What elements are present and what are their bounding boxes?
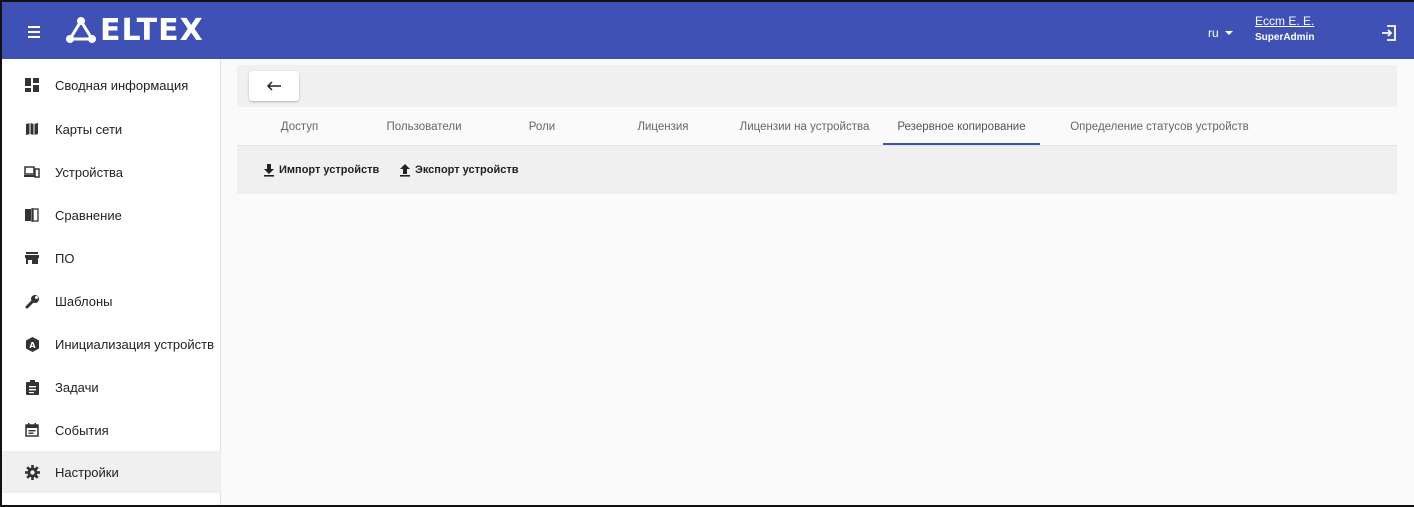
sidebar-item-label: Задачи [55,379,99,395]
tab-access[interactable]: Доступ [257,109,342,145]
backup-actions-bar: Импорт устройств Экспорт устройств [237,146,1397,194]
back-button[interactable] [249,71,299,101]
sidebar-item-network-maps[interactable]: Карты сети [2,108,221,150]
tab-label: Резервное копирование [897,121,1026,133]
export-devices-label: Экспорт устройств [415,164,519,176]
tab-device-status-detection[interactable]: Определение статусов устройств [1057,109,1262,145]
sidebar-item-label: ПО [55,250,75,266]
sidebar-item-label: Настройки [55,464,119,480]
user-name-link[interactable]: Eccm E. E. [1255,14,1314,28]
arrow-left-icon [266,81,281,91]
sidebar-item-devices[interactable]: Устройства [2,151,221,193]
gear-icon [24,464,40,480]
assignment-icon [24,379,40,395]
map-icon [24,121,40,137]
sidebar-item-label: Инициализация устройств [55,336,215,352]
sidebar-item-settings[interactable]: Настройки [2,451,221,493]
main-content: Доступ Пользователи Роли Лицензия Лиценз… [221,59,1414,505]
settings-tabs: Доступ Пользователи Роли Лицензия Лиценз… [237,109,1397,146]
upload-icon [400,163,410,177]
init-icon: A [24,336,40,352]
tab-label: Лицензии на устройства [739,121,870,133]
sidebar: Сводная информация Карты сети Устройства… [2,59,221,505]
sidebar-item-label: События [55,422,109,438]
import-devices-button[interactable]: Импорт устройств [263,160,379,180]
top-app-bar: ELTEX ru Eccm E. E. SuperAdmin [2,2,1414,59]
svg-text:A: A [29,341,36,350]
tab-label: Роли [528,121,556,133]
export-devices-button[interactable]: Экспорт устройств [399,160,519,180]
language-select[interactable]: ru [1208,26,1233,40]
import-devices-label: Импорт устройств [279,164,380,176]
user-info: Eccm E. E. SuperAdmin [1255,14,1314,43]
logo-text: ELTEX [100,12,204,48]
dashboard-icon [24,77,40,93]
devices-icon [24,164,40,180]
tab-backup[interactable]: Резервное копирование [883,109,1040,145]
sidebar-item-device-init[interactable]: A Инициализация устройств [2,323,221,365]
tab-label: Определение статусов устройств [1070,121,1249,133]
sidebar-item-label: Сравнение [55,207,122,223]
tab-device-licenses[interactable]: Лицензии на устройства [727,109,882,145]
page-toolbar [237,65,1397,107]
sidebar-item-label: Карты сети [55,121,123,137]
tab-label: Доступ [280,121,319,133]
sidebar-item-label: Шаблоны [55,293,113,309]
sidebar-item-summary[interactable]: Сводная информация [2,64,221,106]
sidebar-item-label: Устройства [55,164,124,180]
tab-users[interactable]: Пользователи [369,109,479,145]
user-role: SuperAdmin [1255,32,1315,43]
eltex-logo: ELTEX [64,12,204,48]
tab-license[interactable]: Лицензия [623,109,703,145]
tab-roles[interactable]: Роли [507,109,577,145]
compare-icon [24,207,40,223]
hamburger-menu-icon[interactable] [22,20,46,44]
language-value: ru [1208,26,1219,40]
sidebar-item-events[interactable]: События [2,409,221,451]
chevron-down-icon [1224,31,1233,35]
sidebar-item-software[interactable]: ПО [2,237,221,279]
sidebar-item-label: Сводная информация [55,77,189,93]
sidebar-item-tasks[interactable]: Задачи [2,366,221,408]
eltex-logo-icon [66,17,96,43]
sidebar-item-templates[interactable]: Шаблоны [2,280,221,322]
store-icon [24,250,40,266]
tab-label: Пользователи [386,121,462,133]
wrench-icon [24,293,40,309]
active-tab-indicator [883,143,1040,145]
tab-label: Лицензия [637,121,689,133]
download-icon [264,163,274,177]
sidebar-item-compare[interactable]: Сравнение [2,194,221,236]
calendar-icon [24,422,40,438]
logout-icon[interactable] [1380,24,1398,42]
